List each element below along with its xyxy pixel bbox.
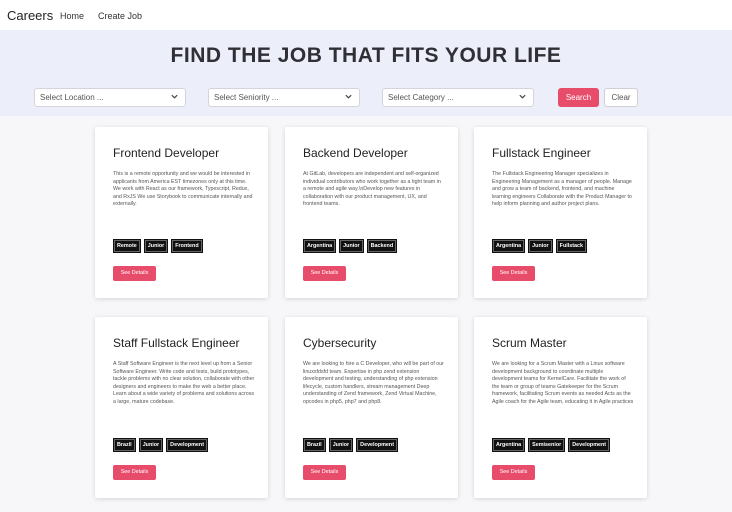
brand-logo[interactable]: Careers xyxy=(7,8,53,23)
job-title: Fullstack Engineer xyxy=(492,146,591,160)
hero-section: FIND THE JOB THAT FITS YOUR LIFE Select … xyxy=(0,30,732,116)
see-details-button[interactable]: See Details xyxy=(303,465,346,480)
search-button[interactable]: Search xyxy=(558,88,599,107)
tag-seniority: Semisenior xyxy=(528,438,566,452)
see-details-button[interactable]: See Details xyxy=(113,266,156,281)
page-title: FIND THE JOB THAT FITS YOUR LIFE xyxy=(170,44,562,67)
tag-category: Development xyxy=(568,438,611,452)
tag-seniority: Junior xyxy=(138,438,164,452)
clear-button[interactable]: Clear xyxy=(604,88,638,107)
see-details-button[interactable]: See Details xyxy=(113,465,156,480)
job-title: Scrum Master xyxy=(492,336,567,350)
tag-category: Development xyxy=(356,438,399,452)
job-title: Cybersecurity xyxy=(303,336,377,350)
tag-seniority: Junior xyxy=(339,239,364,253)
location-select[interactable]: Select Location ... xyxy=(34,88,186,107)
job-description: The Fullstack Engineering Manager specia… xyxy=(492,171,632,208)
tag-seniority: Junior xyxy=(143,239,169,253)
chevron-down-icon xyxy=(171,94,178,99)
job-card-backend-developer: Backend Developer At GitLab, developers … xyxy=(285,127,458,298)
tag-location: Argentina xyxy=(492,438,526,452)
tag-seniority: Junior xyxy=(528,239,553,253)
job-description: At GitLab, developers are independent an… xyxy=(303,171,441,208)
tag-category: Frontend xyxy=(171,239,203,253)
job-tags: Argentina Junior Fullstack xyxy=(492,239,588,253)
tag-category: Backend xyxy=(366,239,398,253)
tag-location: Brazil xyxy=(113,438,136,452)
see-details-button[interactable]: See Details xyxy=(492,465,535,480)
seniority-select[interactable]: Select Seniority ... xyxy=(208,88,360,107)
nav-create-job-link[interactable]: Create Job xyxy=(98,11,142,21)
job-description: We are looking to hire a C Developer, wh… xyxy=(303,361,444,405)
tag-category: Fullstack xyxy=(555,239,588,253)
tag-location: Brazil xyxy=(303,438,326,452)
job-title: Frontend Developer xyxy=(113,146,220,160)
see-details-button[interactable]: See Details xyxy=(303,266,346,281)
job-card-scrum-master: Scrum Master We are looking for a Scrum … xyxy=(474,317,647,498)
tag-location: Remote xyxy=(113,239,141,253)
job-card-fullstack-engineer: Fullstack Engineer The Fullstack Enginee… xyxy=(474,127,647,298)
job-tags: Argentina Junior Backend xyxy=(303,239,398,253)
job-tags: Remote Junior Frontend xyxy=(113,239,203,253)
top-navbar: Careers Home Create Job xyxy=(0,0,732,31)
job-description: A Staff Software Engineer is the next le… xyxy=(113,361,255,405)
tag-location: Argentina xyxy=(492,239,526,253)
job-description: This is a remote opportunity and we woul… xyxy=(113,171,253,208)
job-title: Backend Developer xyxy=(303,146,408,160)
category-select-label: Select Category ... xyxy=(388,93,454,102)
chevron-down-icon xyxy=(345,94,352,99)
job-card-frontend-developer: Frontend Developer This is a remote oppo… xyxy=(95,127,268,298)
category-select[interactable]: Select Category ... xyxy=(382,88,534,107)
tag-category: Development xyxy=(166,438,209,452)
job-tags: Argentina Semisenior Development xyxy=(492,438,611,452)
tag-seniority: Junior xyxy=(328,438,354,452)
job-title: Staff Fullstack Engineer xyxy=(113,336,240,350)
tag-location: Argentina xyxy=(303,239,337,253)
job-description: We are looking for a Scrum Master with a… xyxy=(492,361,634,405)
seniority-select-label: Select Seniority ... xyxy=(214,93,279,102)
chevron-down-icon xyxy=(519,94,526,99)
nav-home-link[interactable]: Home xyxy=(60,11,84,21)
location-select-label: Select Location ... xyxy=(40,93,104,102)
job-card-cybersecurity: Cybersecurity We are looking to hire a C… xyxy=(285,317,458,498)
job-tags: Brazil Junior Development xyxy=(303,438,399,452)
see-details-button[interactable]: See Details xyxy=(492,266,535,281)
job-tags: Brazil Junior Development xyxy=(113,438,209,452)
job-card-staff-fullstack-engineer: Staff Fullstack Engineer A Staff Softwar… xyxy=(95,317,268,498)
